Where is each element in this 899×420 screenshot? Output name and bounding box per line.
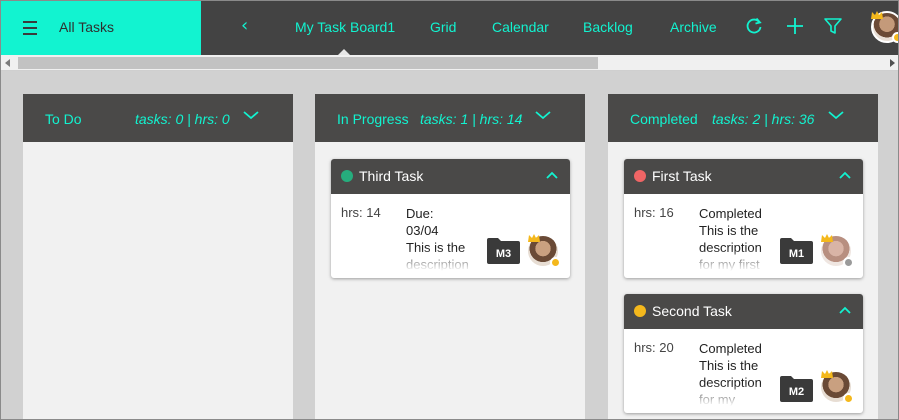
crown-icon bbox=[871, 11, 883, 19]
card-description: Completed This is the description for my bbox=[699, 340, 774, 406]
crown-icon bbox=[821, 370, 833, 378]
crown-icon bbox=[821, 234, 833, 242]
card-header[interactable]: Third Task bbox=[331, 159, 570, 194]
tab-calendar[interactable]: Calendar bbox=[492, 19, 549, 35]
chevron-down-icon[interactable] bbox=[535, 110, 551, 120]
task-card[interactable]: First Task hrs: 16 Completed This is the… bbox=[624, 159, 863, 278]
milestone-label: M1 bbox=[788, 248, 805, 260]
plus-icon[interactable] bbox=[785, 16, 805, 36]
scroll-left-arrow-icon[interactable] bbox=[5, 59, 10, 67]
priority-dot bbox=[634, 170, 646, 182]
card-hours: hrs: 16 bbox=[634, 205, 674, 220]
card-title: Third Task bbox=[359, 168, 424, 184]
card-body: hrs: 16 Completed This is the descriptio… bbox=[624, 194, 863, 278]
all-tasks-label[interactable]: All Tasks bbox=[59, 19, 114, 35]
column-in-progress: In Progress tasks: 1 | hrs: 14 Third Tas… bbox=[315, 94, 585, 419]
card-hours: hrs: 20 bbox=[634, 340, 674, 355]
card-description: Completed This is the description for my… bbox=[699, 205, 774, 271]
card-hours: hrs: 14 bbox=[341, 205, 381, 220]
column-completed: Completed tasks: 2 | hrs: 36 First Task … bbox=[608, 94, 878, 419]
assignee-status-dot bbox=[843, 393, 854, 404]
assignee-status-dot bbox=[843, 257, 854, 268]
back-chevron-icon[interactable]: ‹ bbox=[241, 15, 248, 36]
filter-icon[interactable] bbox=[823, 16, 843, 36]
column-title: Completed bbox=[630, 111, 698, 127]
column-title: To Do bbox=[45, 111, 82, 127]
hamburger-menu-icon[interactable] bbox=[23, 21, 37, 35]
column-title: In Progress bbox=[337, 111, 409, 127]
scroll-right-arrow-icon[interactable] bbox=[890, 59, 895, 67]
column-header: Completed tasks: 2 | hrs: 36 bbox=[608, 94, 878, 142]
app-window: All Tasks ‹ My Task Board1 Grid Calendar… bbox=[0, 0, 899, 420]
chevron-down-icon[interactable] bbox=[828, 110, 844, 120]
column-to-do: To Do tasks: 0 | hrs: 0 bbox=[23, 94, 293, 419]
crown-icon bbox=[528, 234, 540, 242]
chevron-up-icon[interactable] bbox=[546, 171, 558, 179]
chevron-up-icon[interactable] bbox=[839, 171, 851, 179]
column-stats: tasks: 1 | hrs: 14 bbox=[420, 111, 523, 127]
tab-backlog[interactable]: Backlog bbox=[583, 19, 633, 35]
sidebar-toggle-area[interactable]: All Tasks bbox=[1, 1, 201, 55]
card-title: Second Task bbox=[652, 303, 732, 319]
assignee-status-dot bbox=[550, 257, 561, 268]
priority-dot bbox=[634, 305, 646, 317]
column-stats: tasks: 2 | hrs: 36 bbox=[712, 111, 815, 127]
card-header[interactable]: First Task bbox=[624, 159, 863, 194]
chevron-up-icon[interactable] bbox=[839, 306, 851, 314]
card-body: hrs: 14 Due: 03/04 This is the descripti… bbox=[331, 194, 570, 278]
tab-archive[interactable]: Archive bbox=[670, 19, 717, 35]
card-description: Due: 03/04 This is the description bbox=[406, 205, 481, 271]
card-title: First Task bbox=[652, 168, 712, 184]
card-header[interactable]: Second Task bbox=[624, 294, 863, 329]
board-nav: ‹ My Task Board1 Grid Calendar Backlog A… bbox=[201, 1, 898, 56]
milestone-label: M2 bbox=[788, 386, 805, 398]
task-card[interactable]: Third Task hrs: 14 Due: 03/04 This is th… bbox=[331, 159, 570, 278]
chevron-down-icon[interactable] bbox=[243, 110, 259, 120]
tab-grid[interactable]: Grid bbox=[430, 19, 456, 35]
refresh-icon[interactable] bbox=[744, 16, 764, 36]
card-body: hrs: 20 Completed This is the descriptio… bbox=[624, 329, 863, 413]
column-header: In Progress tasks: 1 | hrs: 14 bbox=[315, 94, 585, 142]
user-status-dot bbox=[892, 32, 898, 43]
milestone-label: M3 bbox=[495, 248, 512, 260]
tab-my-task-board[interactable]: My Task Board1 bbox=[295, 19, 395, 56]
priority-dot bbox=[341, 170, 353, 182]
task-card[interactable]: Second Task hrs: 20 Completed This is th… bbox=[624, 294, 863, 413]
top-navigation-bar: All Tasks ‹ My Task Board1 Grid Calendar… bbox=[1, 1, 898, 56]
scrollbar-thumb[interactable] bbox=[18, 57, 598, 69]
column-stats: tasks: 0 | hrs: 0 bbox=[135, 111, 230, 127]
column-header: To Do tasks: 0 | hrs: 0 bbox=[23, 94, 293, 142]
horizontal-scrollbar[interactable] bbox=[1, 55, 898, 71]
